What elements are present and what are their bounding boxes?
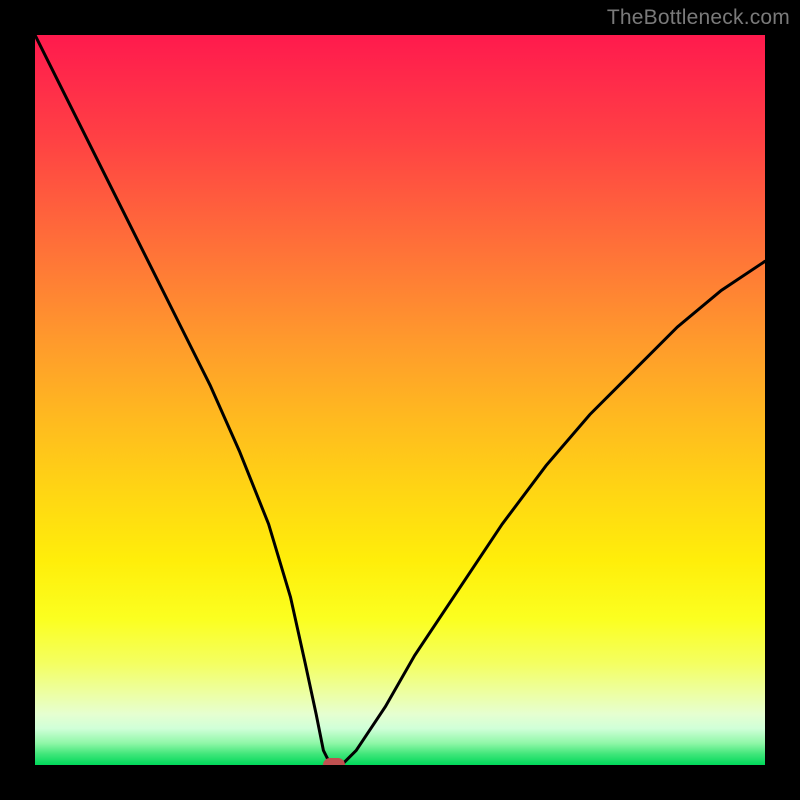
bottleneck-curve (35, 35, 765, 765)
plot-area (35, 35, 765, 765)
watermark-text: TheBottleneck.com (607, 6, 790, 30)
optimal-point-marker (323, 758, 345, 765)
chart-frame: TheBottleneck.com (0, 0, 800, 800)
